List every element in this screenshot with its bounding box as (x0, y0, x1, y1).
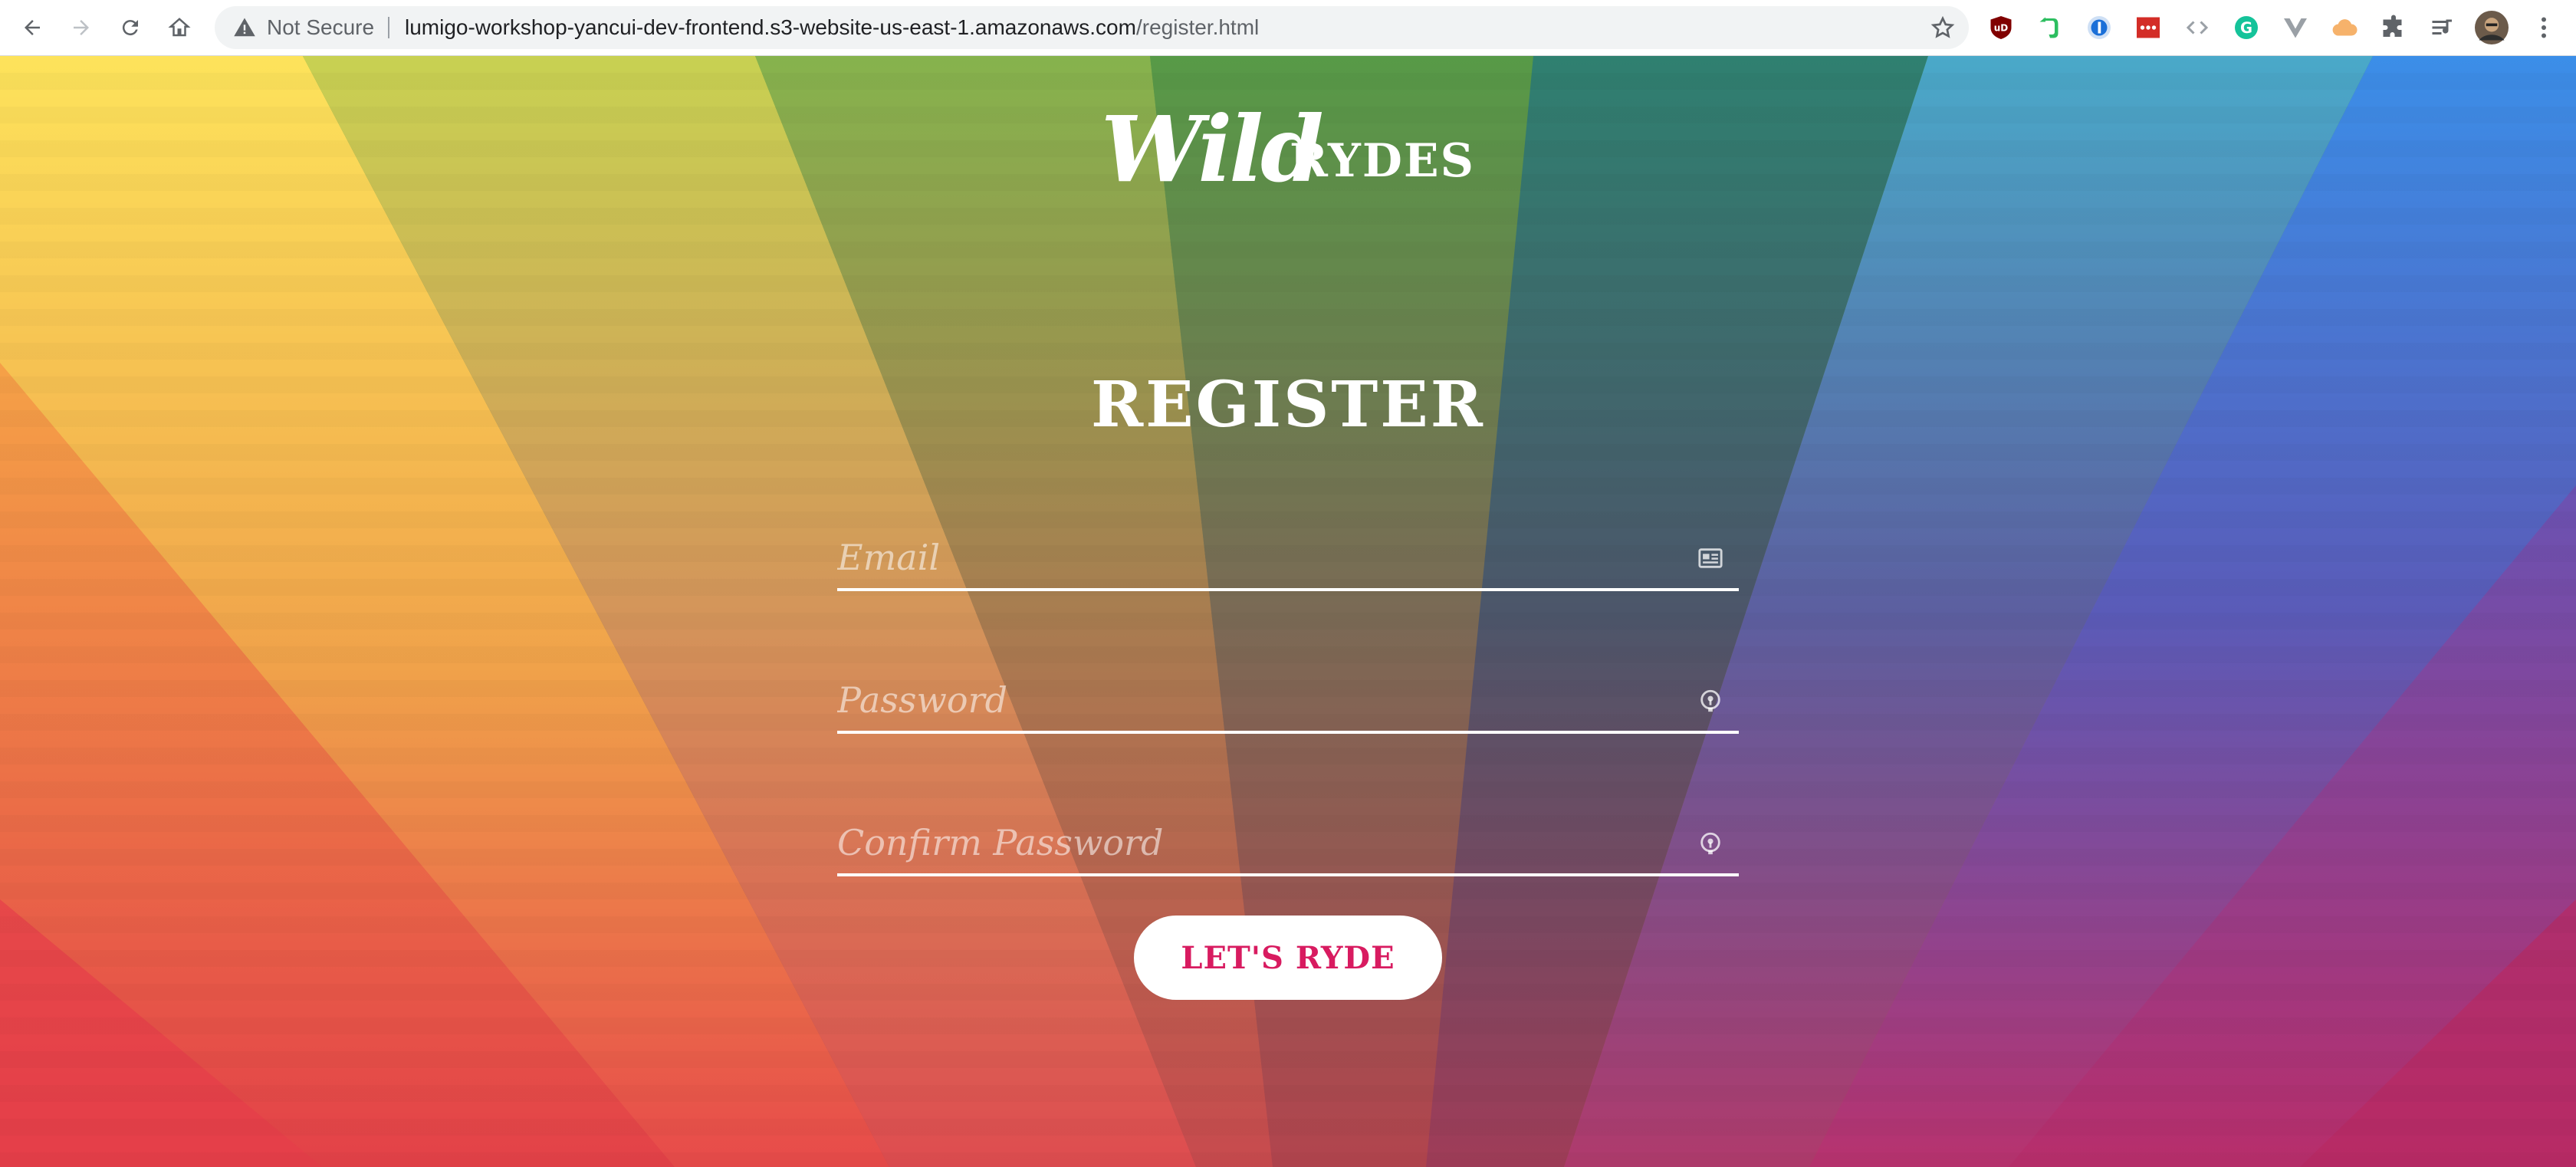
svg-text:G: G (2240, 19, 2252, 37)
grammarly-icon[interactable]: G (2233, 14, 2260, 41)
puzzle-extensions-icon[interactable] (2380, 14, 2407, 41)
svg-text:uD: uD (1994, 23, 2009, 34)
bookmark-star-icon[interactable] (1930, 15, 1955, 40)
media-playlist-icon[interactable] (2429, 14, 2456, 41)
security-label[interactable]: Not Secure (267, 6, 374, 49)
page-title: REGISTER (1091, 368, 1485, 442)
more-menu-icon[interactable] (2530, 14, 2558, 41)
code-brackets-icon[interactable] (2183, 14, 2211, 41)
vue-devtools-icon[interactable] (2282, 14, 2309, 41)
address-bar[interactable]: Not Secure lumigo-workshop-yancui-dev-fr… (215, 6, 1969, 49)
reload-icon (122, 20, 138, 36)
id-card-icon (1698, 548, 1723, 568)
cloud-icon[interactable] (2331, 14, 2358, 41)
browser-toolbar: Not Secure lumigo-workshop-yancui-dev-fr… (0, 0, 2576, 56)
arrow-right-icon (74, 20, 89, 35)
forward-button[interactable] (64, 11, 98, 44)
address-divider (388, 17, 389, 38)
logo-caps-text: RYDES (1290, 134, 1475, 188)
confirm-password-input[interactable] (837, 812, 1665, 873)
password-field (837, 669, 1739, 734)
page-viewport: Wild RYDES REGISTER LET'S RYDE (0, 56, 2576, 1167)
wild-rydes-logo[interactable]: Wild RYDES (1101, 96, 1477, 203)
url-host: lumigo-workshop-yancui-dev-frontend.s3-w… (405, 15, 1136, 39)
1password-icon[interactable] (2085, 14, 2113, 41)
url-text[interactable]: lumigo-workshop-yancui-dev-frontend.s3-w… (405, 6, 1259, 49)
ublock-origin-icon[interactable]: uD (1987, 14, 2015, 41)
logo-script-text: Wild (1101, 96, 1324, 202)
back-button[interactable] (15, 11, 49, 44)
evernote-icon[interactable] (2036, 14, 2064, 41)
warning-icon (234, 18, 255, 37)
password-input[interactable] (837, 669, 1665, 731)
email-input[interactable] (837, 527, 1665, 588)
arrow-left-icon (25, 20, 40, 35)
home-button[interactable] (163, 11, 196, 44)
rainbow-background (0, 56, 2576, 1167)
lets-ryde-button[interactable]: LET'S RYDE (1134, 916, 1442, 1000)
lastpass-icon[interactable] (2134, 14, 2162, 41)
url-path: /register.html (1135, 15, 1260, 39)
lock-icon (1700, 832, 1720, 855)
email-field (837, 527, 1739, 591)
profile-avatar[interactable] (2475, 11, 2509, 44)
home-icon (168, 18, 191, 37)
reload-button[interactable] (113, 11, 147, 44)
lock-icon (1700, 689, 1720, 712)
confirm-password-field (837, 812, 1739, 876)
